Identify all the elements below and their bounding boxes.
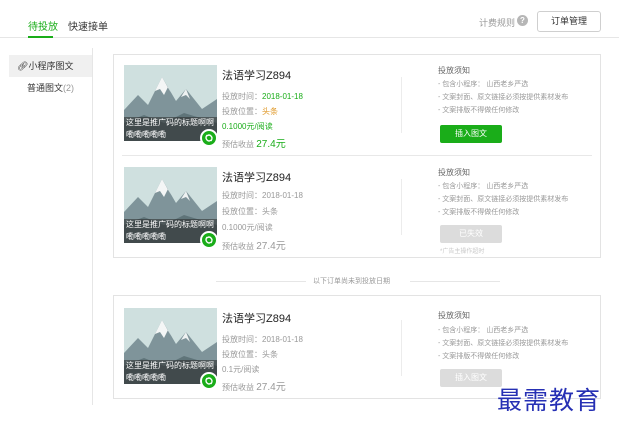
notice-line: - 文案封面、原文链接必须按提供素材发布 [438, 340, 569, 347]
notice-line: - 包含小程序： 山西老乡严选 [438, 327, 529, 334]
publish-position: 投放位置：头条 [222, 107, 278, 116]
mini-program-icon [200, 231, 218, 249]
notice-title: 投放须知 [438, 66, 470, 75]
sidebar-item-label: 小程序图文 [28, 61, 74, 71]
help-icon[interactable]: ? [517, 15, 528, 26]
expired-button: 已失效 [440, 225, 502, 243]
publish-position: 投放位置：头条 [222, 207, 278, 216]
notice-title: 投放须知 [438, 168, 470, 177]
notice-line: - 文案排版不得做任何修改 [438, 353, 520, 360]
article-title: 法语学习Z894 [222, 172, 292, 184]
operation-timeout-tip: *广告主操作超时 [440, 249, 485, 255]
notice-line: - 包含小程序： 山西老乡严选 [438, 183, 529, 190]
notice-title: 投放须知 [438, 311, 470, 320]
sidebar-item-label: 普通图文 [27, 83, 64, 93]
notice-line: - 文案排版不得做任何修改 [438, 107, 520, 114]
notice-line: - 文案封面、原文链接必须按提供素材发布 [438, 94, 569, 101]
article-title: 法语学习Z894 [222, 70, 292, 82]
sidebar: 🔗︎小程序图文 普通图文(2) [9, 48, 93, 405]
notice-line: - 文案封面、原文链接必须按提供素材发布 [438, 196, 569, 203]
insert-article-button-disabled: 插入图文 [440, 369, 502, 387]
publish-time: 投放时间：2018-01-18 [222, 92, 303, 101]
tab-quick-order[interactable]: 快速接单 [68, 18, 108, 33]
price-per-read: 0.1元/阅读 [222, 365, 260, 374]
sidebar-item-normal[interactable]: 普通图文(2) [9, 77, 92, 99]
price-per-read: 0.1000元/阅读 [222, 122, 273, 131]
mini-program-icon [200, 129, 218, 147]
publish-position: 投放位置：头条 [222, 350, 278, 359]
not-yet-due-divider: 以下订单尚未到投放日期 [313, 278, 390, 285]
sidebar-item-mini-program[interactable]: 🔗︎小程序图文 [9, 55, 92, 77]
sidebar-item-count: (2) [63, 83, 75, 93]
price-per-read: 0.1000元/阅读 [222, 223, 273, 232]
order-card: 这里是推广码的标题啊啊嘞嘞嘞嘞嘞 法语学习Z894 投放时间：2018-01-1… [114, 157, 600, 257]
estimated-earnings: 预估收益 27.4元 [222, 382, 286, 393]
mini-program-icon [200, 372, 218, 390]
estimated-earnings: 预估收益 27.4元 [222, 241, 286, 252]
article-title: 法语学习Z894 [222, 313, 292, 325]
active-tab-underline [28, 36, 53, 38]
vertical-divider [401, 77, 402, 133]
order-card: 这里是推广码的标题啊啊嘞嘞嘞嘞嘞 法语学习Z894 投放时间：2018-01-1… [114, 55, 600, 155]
order-group-active: 这里是推广码的标题啊啊嘞嘞嘞嘞嘞 法语学习Z894 投放时间：2018-01-1… [113, 54, 601, 258]
billing-rules-link[interactable]: 计费规则 [479, 16, 515, 29]
watermark-text: 最需教育 [497, 386, 602, 415]
divider-line-right [410, 281, 500, 282]
publish-time: 投放时间：2018-01-18 [222, 335, 303, 344]
notice-line: - 包含小程序： 山西老乡严选 [438, 81, 529, 88]
divider-line-left [216, 281, 306, 282]
card-separator [122, 155, 592, 156]
insert-article-button[interactable]: 插入图文 [440, 125, 502, 143]
top-tab-bar: 待投放 快速接单 计费规则 ? 订单管理 [0, 0, 619, 38]
publish-time: 投放时间：2018-01-18 [222, 191, 303, 200]
link-icon: 🔗︎ [17, 61, 29, 71]
vertical-divider [401, 179, 402, 235]
notice-line: - 文案排版不得做任何修改 [438, 209, 520, 216]
order-management-button[interactable]: 订单管理 [537, 11, 601, 32]
tab-pending[interactable]: 待投放 [28, 18, 58, 33]
estimated-earnings: 预估收益 27.4元 [222, 139, 286, 150]
vertical-divider [401, 320, 402, 376]
